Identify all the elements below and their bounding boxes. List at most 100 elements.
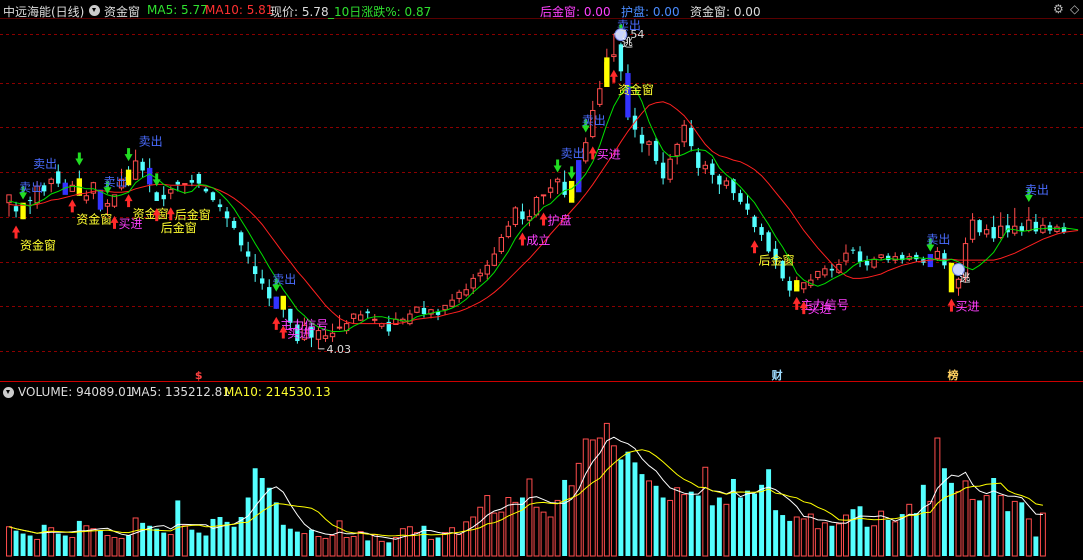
candle-body-up — [329, 332, 336, 338]
volume-bar-up — [6, 526, 12, 557]
candle-body-down — [977, 220, 982, 233]
candle-body-down — [653, 140, 659, 161]
volume-bar-up — [392, 536, 399, 557]
volume-bar-up — [955, 491, 962, 557]
signal-bar-blue — [576, 160, 582, 193]
highest-price-label: 7.54 — [620, 28, 645, 41]
candle-body-up — [456, 291, 462, 299]
volume-bar-down — [885, 519, 891, 556]
volume-bar-up — [34, 538, 41, 557]
event-marker: 财 — [771, 368, 783, 382]
ma5-line — [8, 85, 1079, 332]
volume-bar-up — [456, 534, 463, 557]
volume-bar-down — [161, 532, 167, 556]
candle-body-down — [203, 188, 209, 192]
buy-arrow — [947, 298, 956, 312]
candle-body-down — [196, 173, 202, 184]
stock-name: 中远海能(日线) — [3, 5, 85, 19]
volume-bar-down — [632, 462, 638, 556]
volume-bar-down — [780, 515, 786, 556]
signal-bar-blue — [273, 296, 279, 309]
volume-bar-up — [681, 494, 688, 557]
volume-bar-down — [196, 532, 202, 556]
candle-body-up — [372, 318, 378, 321]
event-marker: $ — [195, 369, 203, 382]
volume-bar-up — [301, 533, 308, 557]
sell-label: 卖出 — [1025, 183, 1049, 197]
candle-body-down — [660, 162, 666, 179]
volume-bar-down — [55, 533, 61, 556]
volume-bar-up — [371, 534, 378, 557]
volume-bar-down — [1019, 502, 1025, 556]
candle-body-up — [667, 158, 673, 180]
volume-bar-down — [759, 484, 765, 556]
dropdown-icon[interactable] — [89, 5, 100, 16]
volume-bar-up — [413, 532, 420, 557]
volume-bar-up — [646, 480, 652, 557]
candle-body-up — [350, 313, 357, 319]
candle-body-up — [533, 196, 540, 216]
candle-body-up — [681, 124, 687, 143]
candle-body-down — [1033, 221, 1039, 232]
candle-body-down — [27, 200, 33, 202]
sell-label: 卖出 — [926, 233, 950, 247]
volume-bar-up — [575, 462, 582, 557]
candle-body-up — [526, 216, 533, 221]
candle-body-up — [83, 195, 90, 201]
candle-body-down — [56, 171, 61, 184]
volume-bar-down — [899, 514, 905, 556]
candle-body-down — [857, 251, 863, 262]
volume-bars — [6, 422, 1046, 557]
sell-arrow — [567, 166, 576, 180]
candle-body-down — [752, 216, 757, 228]
volume-bar-down — [154, 528, 160, 556]
volume-bar-up — [1011, 500, 1018, 557]
price-value: 现价: 5.78 — [270, 5, 329, 19]
candle-body-up — [336, 326, 343, 329]
volume-bar-up — [132, 517, 139, 557]
volume-bar-up — [807, 513, 814, 557]
volume-header: VOLUME: 94089.01 MA5: 135212.81 MA10: 21… — [0, 383, 1083, 399]
volume-bar-up — [674, 487, 681, 557]
candle-body-down — [520, 211, 525, 220]
volume-bar-down — [20, 533, 26, 556]
volume-bar-up — [470, 516, 477, 557]
volume-dropdown-icon[interactable] — [3, 387, 14, 398]
candle-body-up — [414, 306, 420, 313]
candle-body-up — [611, 54, 617, 58]
kline-chart[interactable]: 资金窗卖出卖出资金窗卖出买进资金窗卖出后金窗后金窗卖出主力信号买进成立护盘卖出卖… — [0, 0, 1083, 560]
buy-label: 买进 — [287, 327, 311, 341]
volume-bar-up — [322, 537, 329, 557]
buy-arrow — [518, 232, 527, 246]
candle-body-down — [210, 192, 216, 201]
indicator-name[interactable]: 资金窗 — [104, 3, 140, 20]
volume-bar-down — [709, 505, 715, 556]
volume-bar-down — [913, 513, 919, 556]
volume-bar-down — [920, 484, 926, 556]
candle-body-up — [822, 268, 828, 276]
gear-icon[interactable]: ⚙ — [1053, 2, 1064, 16]
volume-bar-up — [814, 528, 821, 557]
volume-bar-up — [167, 534, 174, 557]
volume-bar-up — [118, 537, 125, 557]
candle-body-up — [182, 183, 188, 186]
sell-arrow — [75, 152, 84, 166]
sell-label: 卖出 — [272, 273, 296, 287]
candle-body-down — [189, 180, 195, 183]
candle-body-down — [710, 163, 715, 175]
sell-label: 卖出 — [103, 175, 127, 189]
diamond-icon[interactable]: ◇ — [1070, 2, 1079, 16]
price-header: 中远海能(日线) 资金窗 MA5: 5.77 MA10: 5.81 现价: 5.… — [0, 0, 1083, 20]
candle-body-up — [315, 330, 322, 340]
volume-bar-down — [977, 500, 983, 556]
volume-bar-down — [752, 493, 757, 556]
volume-bar-up — [1025, 518, 1032, 557]
candle-body-up — [998, 225, 1004, 239]
candle-body-down — [829, 268, 835, 271]
candle-body-up — [407, 313, 413, 325]
volume-bar-down — [140, 522, 146, 556]
volume-bar-up — [892, 521, 899, 557]
volume-bar-down — [217, 517, 223, 556]
candle-body-down — [224, 211, 230, 219]
volume-bar-up — [428, 538, 434, 557]
